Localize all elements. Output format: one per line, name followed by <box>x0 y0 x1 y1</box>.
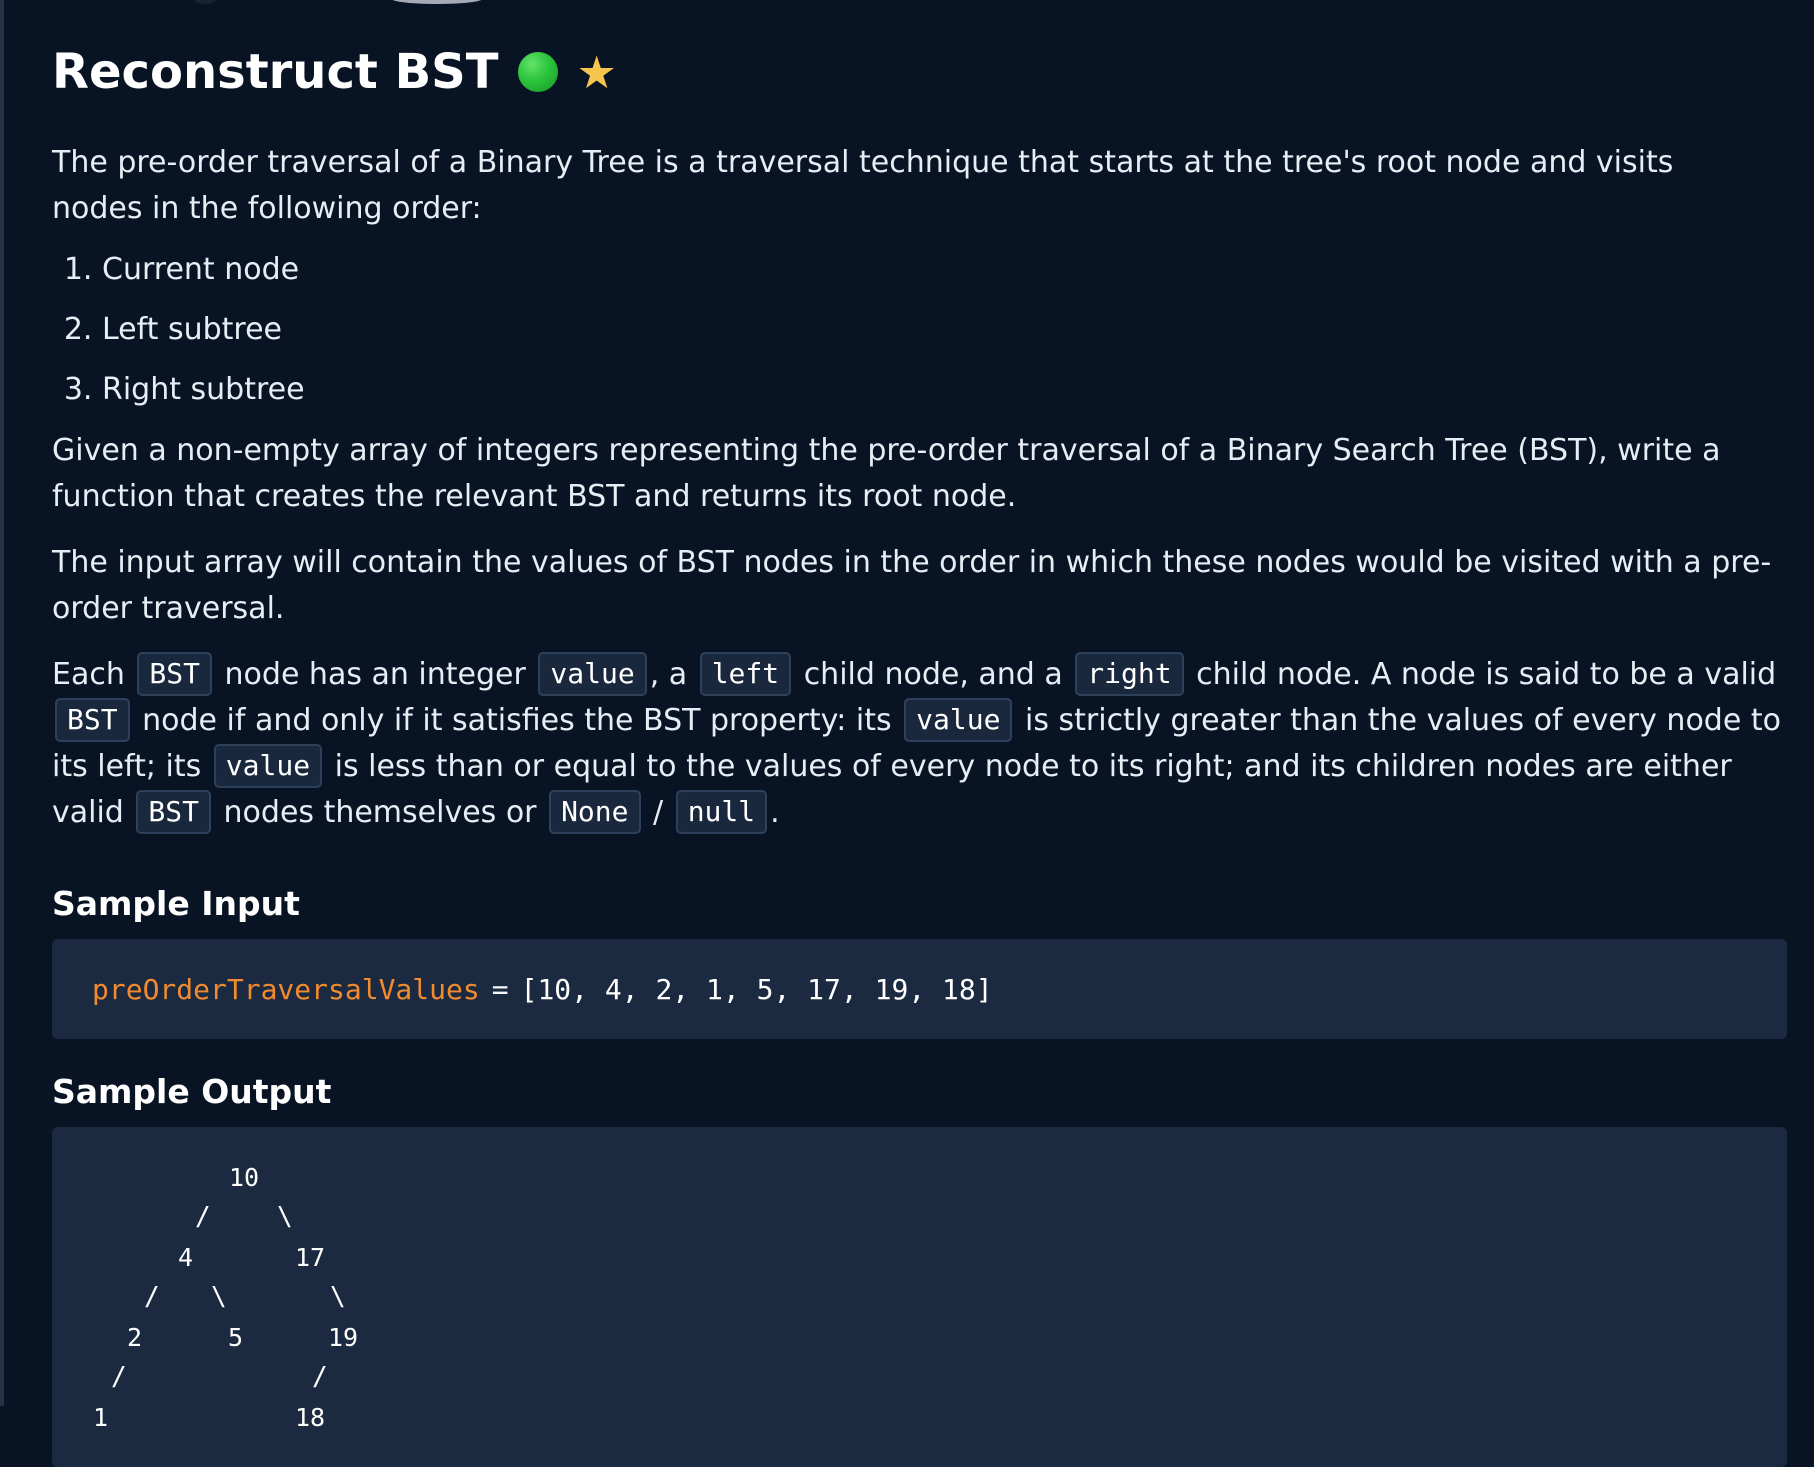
tree-node-5: 5 <box>228 1323 244 1352</box>
title-row: Reconstruct BST ★ <box>52 42 1787 102</box>
tree-edge-4-left: / <box>144 1282 160 1312</box>
bst-property-paragraph: Each BST node has an integer value, a le… <box>52 652 1787 836</box>
sample-input-operator: = <box>491 973 509 1006</box>
top-cropped-fragments <box>194 0 514 4</box>
inline-code-none: None <box>549 790 641 834</box>
tree-edge-2-left: / <box>111 1362 127 1392</box>
tree-edge-19-left: / <box>312 1362 328 1392</box>
order-item-right-subtree: Right subtree <box>102 368 1787 412</box>
text-comma-a: , a <box>649 657 688 692</box>
sample-output-title: Sample Output <box>52 1072 332 1111</box>
tree-edge-4-right: \ <box>211 1282 227 1312</box>
tree-edge-17-right: \ <box>330 1282 346 1312</box>
text-period: . <box>770 795 780 830</box>
inline-code-value-greater: value <box>904 698 1013 742</box>
inline-code-bst: BST <box>137 652 212 696</box>
sample-input-array: [10, 4, 2, 1, 5, 17, 19, 18] <box>520 973 993 1006</box>
tree-edge-10-left: / <box>195 1202 211 1232</box>
tree-node-19: 19 <box>328 1323 359 1352</box>
sample-output-code-block: 10 / \ 4 17 / \ \ 2 5 19 / / 1 18 <box>52 1127 1787 1467</box>
tree-node-1: 1 <box>93 1403 109 1432</box>
inline-code-right: right <box>1075 652 1184 696</box>
sample-input-title: Sample Input <box>52 884 300 923</box>
text-nodes-or: nodes themselves or <box>223 795 537 830</box>
tree-node-18: 18 <box>295 1403 326 1432</box>
text-node-if: node if and only if it satisfies the BST… <box>142 703 892 738</box>
order-item-left-subtree: Left subtree <box>102 308 1787 352</box>
inline-code-value: value <box>538 652 647 696</box>
tree-node-17: 17 <box>295 1243 326 1272</box>
star-icon[interactable]: ★ <box>576 50 616 95</box>
text-slash: / <box>653 795 664 830</box>
intro-paragraph: The pre-order traversal of a Binary Tree… <box>52 145 1674 226</box>
text-node-has: node has an integer <box>224 657 526 692</box>
tree-node-2: 2 <box>127 1323 143 1352</box>
order-item-current-node: Current node <box>102 248 1787 292</box>
inline-code-bst-valid: BST <box>55 698 130 742</box>
sample-input-code-block: preOrderTraversalValues = [10, 4, 2, 1, 5,… <box>52 939 1787 1039</box>
input-order-paragraph: The input array will contain the values … <box>52 545 1772 626</box>
tree-node-4: 4 <box>178 1243 194 1272</box>
inline-code-value-less: value <box>213 744 323 788</box>
text-each: Each <box>52 657 125 692</box>
text-child-node-valid: child node. A node is said to be a valid <box>1196 657 1777 692</box>
problem-panel: Reconstruct BST ★ The pre-order traversa… <box>0 0 1814 1467</box>
difficulty-green-circle-icon <box>518 52 559 92</box>
tree-edge-10-right: \ <box>277 1202 293 1232</box>
sample-input-variable: preOrderTraversalValues <box>92 973 480 1006</box>
inline-code-bst-children: BST <box>136 790 211 834</box>
cropped-dark-fragment <box>194 0 216 4</box>
tree-node-10: 10 <box>229 1163 260 1192</box>
task-paragraph: Given a non-empty array of integers repr… <box>52 433 1721 514</box>
inline-code-left: left <box>699 652 792 696</box>
inline-code-null: null <box>675 790 768 834</box>
text-child-node-and: child node, and a <box>803 657 1063 692</box>
page-title: Reconstruct BST <box>52 44 499 100</box>
problem-content: Reconstruct BST ★ The pre-order traversa… <box>52 42 1787 1467</box>
cropped-light-fragment <box>392 0 482 4</box>
traversal-order-list: Current node Left subtree Right subtree <box>52 248 1787 412</box>
